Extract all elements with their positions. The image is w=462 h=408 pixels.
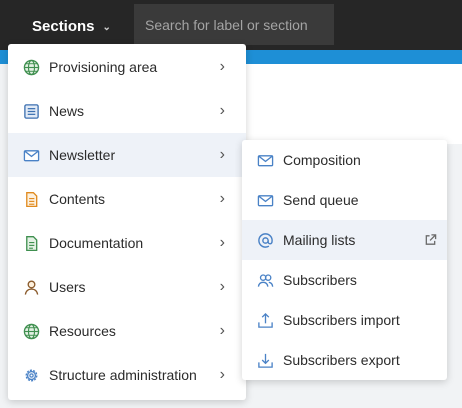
chevron-right-icon: › [219,234,225,251]
document-icon [22,190,40,208]
menu-item-resources[interactable]: Resources › [8,309,246,353]
users-icon [256,271,274,289]
external-link-icon[interactable] [424,234,437,247]
menu-item-label: Resources [49,323,116,339]
submenu-item-label: Subscribers [283,272,357,288]
submenu-item-label: Subscribers import [283,312,400,328]
user-icon [22,278,40,296]
menu-item-label: Provisioning area [49,59,158,75]
menu-item-newsletter[interactable]: Newsletter › [8,133,246,177]
menu-item-news[interactable]: News › [8,89,246,133]
menu-item-users[interactable]: Users › [8,265,246,309]
menu-item-label: Contents [49,191,106,207]
menu-item-label: Documentation [49,235,144,251]
chevron-right-icon: › [219,278,225,295]
sections-label: Sections [32,17,95,35]
chevron-right-icon: › [219,322,225,339]
chevron-right-icon: › [219,58,225,75]
chevron-down-icon: ⌄ [102,21,111,33]
submenu-item-label: Subscribers export [283,352,400,368]
submenu-item-send-queue[interactable]: Send queue [242,180,447,220]
menu-item-label: Structure administration [49,367,197,383]
gear-icon [22,366,40,384]
menu-item-label: Newsletter [49,147,116,163]
sections-menu: Provisioning area › News › Newsletter › … [8,44,246,400]
chevron-right-icon: › [219,190,225,207]
globe-icon [22,322,40,340]
menu-item-structure-administration[interactable]: Structure administration › [8,353,246,397]
at-sign-icon [256,231,274,249]
document-text-icon [22,234,40,252]
search-input[interactable] [134,4,334,45]
upload-icon [256,311,274,329]
chevron-right-icon: › [219,366,225,383]
background-panel [246,64,462,144]
sections-button[interactable]: Sections ⌄ [22,4,121,48]
menu-item-documentation[interactable]: Documentation › [8,221,246,265]
submenu-item-label: Send queue [283,192,359,208]
submenu-item-subscribers[interactable]: Subscribers [242,260,447,300]
mail-icon [256,191,274,209]
submenu-item-subscribers-export[interactable]: Subscribers export [242,340,447,380]
newspaper-icon [22,102,40,120]
menu-item-contents[interactable]: Contents › [8,177,246,221]
submenu-item-label: Composition [283,152,361,168]
globe-icon [22,58,40,76]
menu-item-label: Users [49,279,86,295]
chevron-right-icon: › [219,102,225,119]
menu-item-provisioning-area[interactable]: Provisioning area › [8,45,246,89]
menu-item-label: News [49,103,85,119]
mail-icon [256,151,274,169]
chevron-right-icon: › [219,146,225,163]
submenu-item-composition[interactable]: Composition [242,140,447,180]
submenu-item-label: Mailing lists [283,232,356,248]
newsletter-submenu: Composition Send queue Mailing lists Sub… [242,140,447,380]
download-icon [256,351,274,369]
submenu-item-mailing-lists[interactable]: Mailing lists [242,220,447,260]
submenu-item-subscribers-import[interactable]: Subscribers import [242,300,447,340]
top-bar: Sections ⌄ [0,0,462,50]
mail-icon [22,146,40,164]
